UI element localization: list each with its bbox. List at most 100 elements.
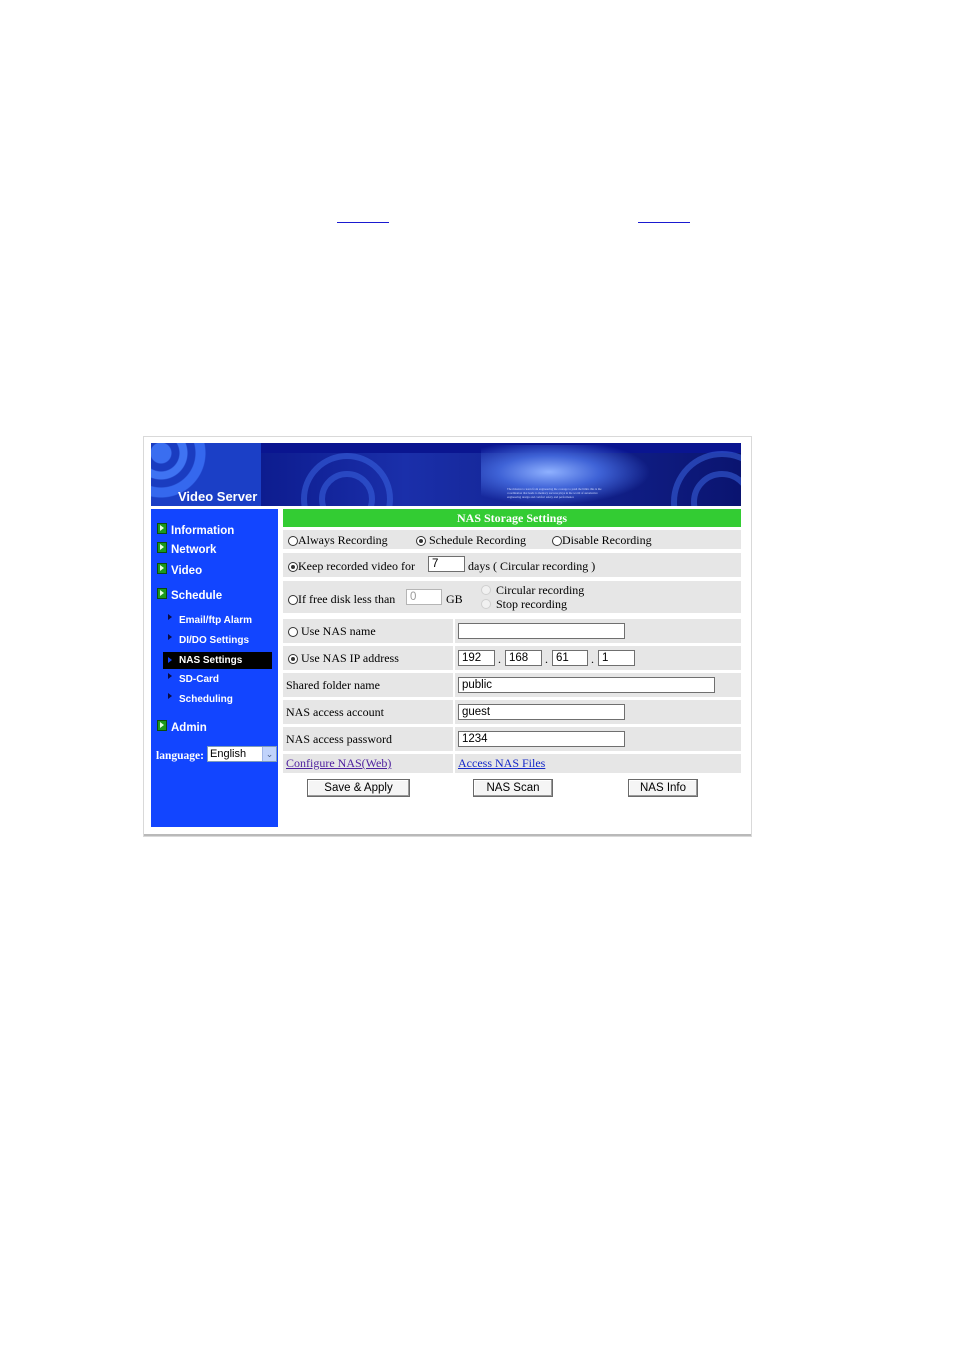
configure-link-cell: Configure NAS(Web) — [283, 754, 453, 773]
frame-bottom-border — [144, 834, 751, 836]
shared-folder-label: Shared folder name — [286, 678, 380, 692]
arrow-icon — [157, 563, 167, 574]
use-nas-name-cell: Use NAS name — [283, 619, 453, 643]
language-select-value: English — [210, 748, 247, 760]
keep-days-suffix: days ( Circular recording ) — [468, 559, 596, 573]
nas-info-button[interactable]: NAS Info — [628, 779, 698, 797]
screenshot-frame: Video Server The mission to learn from e… — [144, 437, 751, 836]
sidebar-item-label: SD-Card — [179, 674, 220, 685]
shared-folder-input[interactable]: public — [458, 677, 715, 693]
page-link-underline-left[interactable] — [337, 222, 389, 223]
radio-label: Disable Recording — [562, 533, 652, 547]
use-nas-ip-option[interactable]: Use NAS IP address — [288, 651, 399, 666]
arrow-icon — [157, 588, 167, 599]
use-nas-ip-label: Use NAS IP address — [301, 651, 399, 665]
shared-folder-value-cell: public — [455, 673, 741, 697]
password-cell: NAS access password — [283, 727, 453, 751]
free-disk-unit: GB — [446, 592, 463, 606]
free-disk-option[interactable]: If free disk less than — [288, 592, 395, 607]
page-link-underline-right[interactable] — [638, 222, 690, 223]
sidebar-item-label: Scheduling — [179, 694, 233, 705]
sidebar-item-label: Schedule — [171, 590, 223, 602]
account-input[interactable]: guest — [458, 704, 625, 720]
radio-selected-icon[interactable] — [288, 654, 298, 665]
recording-mode-row: Always Recording Schedule Recording Disa… — [283, 530, 741, 549]
ip-octet-1-input[interactable]: 192 — [458, 650, 495, 666]
nas-scan-button[interactable]: NAS Scan — [473, 779, 553, 797]
small-arrow-icon — [168, 657, 172, 663]
save-apply-button[interactable]: Save & Apply — [307, 779, 410, 797]
use-nas-name-label: Use NAS name — [301, 624, 376, 638]
radio-disabled-icon[interactable] — [481, 599, 491, 609]
radio-icon[interactable] — [288, 536, 298, 547]
free-disk-gb-input[interactable]: 0 — [406, 589, 442, 605]
shared-folder-cell: Shared folder name — [283, 673, 453, 697]
language-select[interactable]: English ⌄ — [207, 746, 277, 762]
radio-label: Always Recording — [298, 533, 388, 547]
option-stop-recording: Stop recording — [496, 597, 567, 611]
configure-nas-link[interactable]: Configure NAS(Web) — [286, 756, 391, 771]
keep-recorded-label: Keep recorded video for — [298, 559, 415, 573]
sidebar-item-schedule[interactable]: Schedule — [157, 588, 222, 602]
account-label: NAS access account — [286, 705, 384, 719]
sidebar-item-network[interactable]: Network — [157, 542, 216, 556]
sidebar-item-information[interactable]: Information — [157, 523, 234, 537]
panel-header: NAS Storage Settings — [283, 509, 741, 527]
option-circular-recording: Circular recording — [496, 583, 585, 597]
radio-icon[interactable] — [552, 536, 562, 547]
account-cell: NAS access account — [283, 700, 453, 724]
sidebar-item-label: Information — [171, 525, 235, 537]
mode-option-always[interactable]: Always Recording — [288, 533, 388, 548]
sidebar-subitem-sd-card[interactable]: SD-Card — [168, 673, 220, 685]
mode-option-schedule[interactable]: Schedule Recording — [416, 533, 526, 548]
sidebar-item-label: Email/ftp Alarm — [179, 615, 252, 626]
radio-icon[interactable] — [288, 627, 298, 638]
sidebar-item-video[interactable]: Video — [157, 563, 202, 577]
access-nas-files-link[interactable]: Access NAS Files — [458, 756, 545, 771]
sidebar-item-label: DI/DO Settings — [179, 635, 250, 646]
ip-octet-2-input[interactable]: 168 — [505, 650, 542, 666]
use-nas-name-option[interactable]: Use NAS name — [288, 624, 376, 639]
mode-option-disable[interactable]: Disable Recording — [552, 533, 652, 548]
keep-recorded-row: Keep recorded video for 7 days ( Circula… — [283, 553, 741, 577]
free-disk-row: If free disk less than 0 GB Circular rec… — [283, 581, 741, 613]
radio-selected-icon[interactable] — [416, 536, 426, 547]
ip-dot: . — [591, 652, 594, 666]
banner: Video Server The mission to learn from e… — [151, 443, 741, 506]
small-arrow-icon — [168, 673, 172, 679]
sidebar-subitem-email-ftp-alarm[interactable]: Email/ftp Alarm — [168, 614, 252, 626]
sidebar: Information Network Video Schedule Email… — [151, 509, 278, 827]
use-nas-ip-cell: Use NAS IP address — [283, 646, 453, 670]
use-nas-name-value-cell — [455, 619, 741, 643]
sidebar-item-label: Network — [171, 544, 217, 556]
arrow-icon — [157, 720, 167, 731]
nas-name-input[interactable] — [458, 623, 625, 639]
radio-selected-icon[interactable] — [288, 562, 298, 573]
arrow-icon — [157, 523, 167, 534]
access-link-cell: Access NAS Files — [455, 754, 741, 773]
language-label: language: — [156, 750, 204, 762]
radio-label: Schedule Recording — [429, 533, 526, 547]
sidebar-item-admin[interactable]: Admin — [157, 720, 207, 734]
banner-title: Video Server — [178, 489, 258, 504]
chevron-down-icon[interactable]: ⌄ — [262, 747, 276, 761]
keep-days-input[interactable]: 7 — [428, 556, 465, 572]
keep-recorded-option[interactable]: Keep recorded video for — [288, 559, 415, 574]
ip-octet-4-input[interactable]: 1 — [598, 650, 635, 666]
small-arrow-icon — [168, 693, 172, 699]
radio-icon[interactable] — [288, 595, 298, 606]
sidebar-item-label: Admin — [171, 722, 207, 734]
sidebar-subitem-dido-settings[interactable]: DI/DO Settings — [168, 634, 250, 646]
banner-fineprint: The mission to learn from engineering th… — [507, 487, 602, 499]
password-value-cell: 1234 — [455, 727, 741, 751]
sidebar-subitem-scheduling[interactable]: Scheduling — [168, 693, 233, 705]
ip-octet-3-input[interactable]: 61 — [552, 650, 588, 666]
account-value-cell: guest — [455, 700, 741, 724]
ip-dot: . — [498, 652, 501, 666]
small-arrow-icon — [168, 634, 172, 640]
sidebar-subitem-nas-settings[interactable]: NAS Settings — [163, 652, 272, 669]
password-input[interactable]: 1234 — [458, 731, 625, 747]
radio-disabled-icon[interactable] — [481, 585, 491, 595]
arrow-icon — [157, 542, 167, 553]
small-arrow-icon — [168, 614, 172, 620]
